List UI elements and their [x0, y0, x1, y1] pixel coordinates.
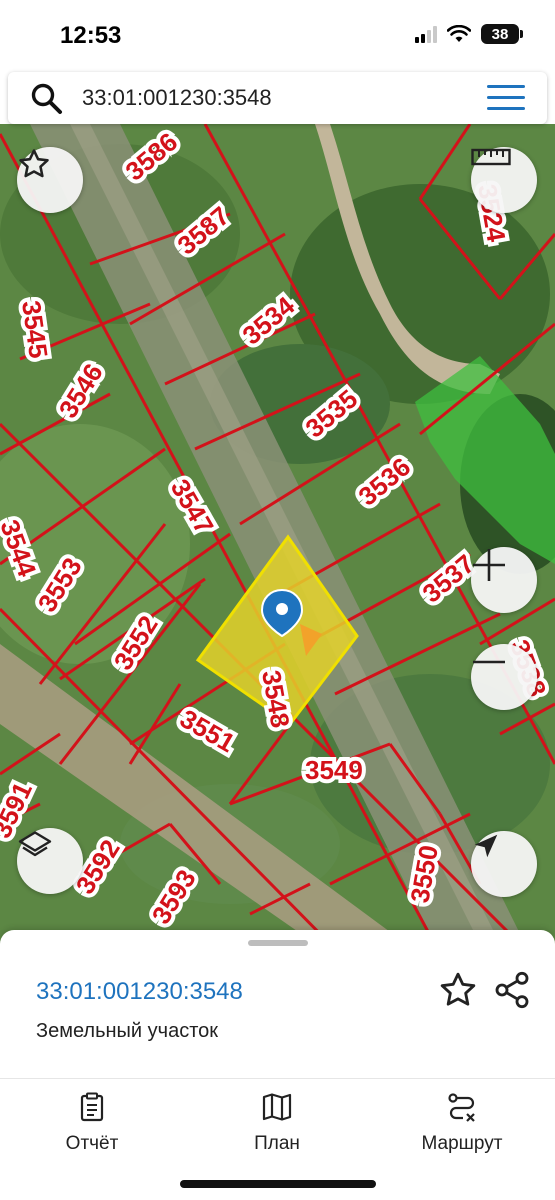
sheet-grabber[interactable]	[248, 940, 308, 946]
route-icon	[448, 1093, 475, 1122]
tab-plan[interactable]: План	[207, 1089, 347, 1155]
status-icons: 38	[415, 24, 523, 44]
star-icon	[19, 149, 49, 178]
status-time: 12:53	[60, 22, 122, 49]
wifi-icon	[447, 25, 471, 42]
tab-report-label: Отчёт	[65, 1133, 119, 1154]
ruler-button[interactable]	[471, 147, 537, 213]
search-icon[interactable]	[30, 82, 64, 116]
favorite-star-button[interactable]	[17, 147, 83, 213]
cellular-signal-icon	[415, 25, 437, 43]
zoom-out-icon	[473, 660, 505, 664]
star-icon[interactable]	[438, 970, 478, 1010]
layers-button[interactable]	[17, 828, 83, 894]
clipboard-icon	[80, 1092, 104, 1122]
zoom-in-icon	[473, 549, 505, 581]
zoom-out-button[interactable]	[471, 644, 537, 710]
home-indicator[interactable]	[180, 1180, 376, 1188]
map-icon	[262, 1093, 292, 1121]
map-view[interactable]: .pl { fill: #fff; stroke: none; } .pt { …	[0, 124, 555, 954]
menu-icon[interactable]	[487, 84, 525, 112]
parcel-info-sheet[interactable]: 33:01:001230:3548 Земельный участок	[0, 930, 555, 1080]
navigation-arrow-icon	[474, 834, 498, 858]
navigation-button[interactable]	[471, 831, 537, 897]
search-input[interactable]: 33:01:001230:3548	[82, 85, 272, 111]
battery-icon: 38	[481, 24, 523, 44]
cadastral-map[interactable]: .pl { fill: #fff; stroke: none; } .pt { …	[0, 124, 555, 954]
zoom-in-button[interactable]	[471, 547, 537, 613]
ruler-icon	[471, 148, 511, 166]
status-bar: 12:53 38	[0, 0, 555, 72]
parcel-label: 3549	[305, 755, 363, 785]
tab-route-label: Маршрут	[421, 1133, 503, 1154]
parcel-type: Земельный участок	[36, 1020, 219, 1042]
search-bar[interactable]: 33:01:001230:3548	[8, 72, 547, 124]
layers-icon	[18, 831, 52, 857]
parcel-id-link[interactable]: 33:01:001230:3548	[36, 978, 243, 1006]
tab-plan-label: План	[254, 1133, 300, 1154]
tab-report[interactable]: Отчёт	[22, 1089, 162, 1155]
share-icon[interactable]	[492, 970, 532, 1010]
tab-route[interactable]: Маршрут	[392, 1089, 532, 1155]
